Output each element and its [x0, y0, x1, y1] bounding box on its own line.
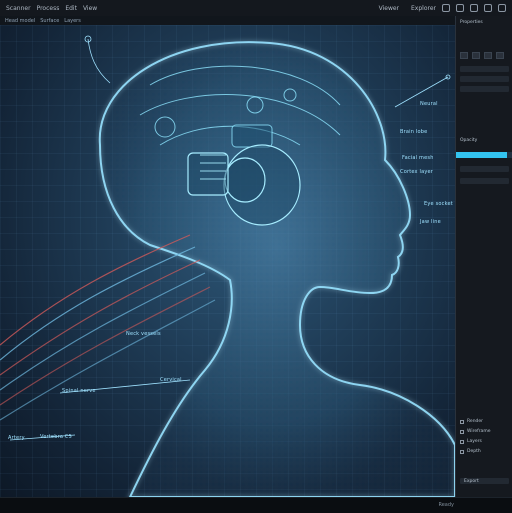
layers-checkbox[interactable] — [460, 440, 464, 444]
layers-icon[interactable] — [442, 4, 450, 12]
menu-bar: Scanner Process Edit View Viewer Explore… — [0, 0, 512, 17]
pin-icon[interactable] — [484, 4, 492, 12]
annotation-artery: Artery — [8, 435, 25, 441]
opacity-slider-fill — [456, 152, 508, 158]
menu-item-view[interactable]: View — [83, 5, 97, 12]
menu-item-viewer[interactable]: Viewer — [379, 5, 399, 12]
panel-tool-button-1[interactable] — [460, 52, 468, 59]
tab-head-model[interactable]: Head model — [5, 18, 35, 24]
panel-field-5[interactable] — [460, 178, 509, 184]
annotation-facial-mesh: Facial mesh — [402, 155, 434, 161]
app-window: Scanner Process Edit View Viewer Explore… — [0, 0, 512, 513]
neck-vessels — [0, 234, 216, 421]
menu-item-process[interactable]: Process — [37, 5, 60, 12]
annotation-cervical: Cervical — [160, 377, 182, 383]
opacity-slider[interactable] — [456, 152, 512, 158]
panel-field-2[interactable] — [460, 76, 509, 82]
depth-checkbox[interactable] — [460, 450, 464, 454]
close-icon[interactable] — [498, 4, 506, 12]
annotation-jaw: Jaw line — [420, 219, 441, 225]
gear-icon[interactable] — [470, 4, 478, 12]
panel-tool-button-4[interactable] — [496, 52, 504, 59]
annotation-vertebra: Vertebra C5 — [40, 434, 72, 440]
panel-field-1[interactable] — [460, 66, 509, 72]
wireframe-label: Wireframe — [467, 429, 491, 434]
3d-viewport[interactable]: Neural Brain lobe Facial mesh Cortex lay… — [0, 25, 455, 497]
annotation-cortex: Cortex layer — [400, 169, 434, 175]
annotation-spinal: Spinal nerve — [62, 388, 96, 394]
status-bar: Ready — [0, 497, 512, 513]
status-text: Ready — [438, 502, 454, 508]
annotation-neural: Neural — [420, 101, 438, 107]
menu-item-scanner[interactable]: Scanner — [6, 5, 31, 12]
panel-field-4[interactable] — [460, 166, 509, 172]
panel-tool-button-2[interactable] — [472, 52, 480, 59]
panel-tool-button-3[interactable] — [484, 52, 492, 59]
panel-field-3[interactable] — [460, 86, 509, 92]
properties-panel: Properties Opacity Render Wireframe Laye… — [455, 16, 512, 497]
panel-title: Properties — [460, 20, 483, 25]
export-label: Export — [464, 479, 479, 484]
depth-label: Depth — [467, 449, 481, 454]
menu-item-explorer[interactable]: Explorer — [411, 5, 436, 12]
wireframe-checkbox[interactable] — [460, 430, 464, 434]
annotation-neck-vessels: Neck vessels — [126, 331, 161, 337]
render-checkbox[interactable] — [460, 420, 464, 424]
head-wireframe-render — [0, 35, 455, 497]
annotation-eye-socket: Eye socket — [424, 201, 453, 207]
menu-right-group: Viewer Explorer — [373, 4, 512, 12]
menu-item-edit[interactable]: Edit — [65, 5, 77, 12]
tab-layers[interactable]: Layers — [64, 18, 81, 24]
opacity-label: Opacity — [460, 138, 478, 143]
render-label: Render — [467, 419, 484, 424]
annotation-brain-lobe: Brain lobe — [400, 129, 428, 135]
layers-label: Layers — [467, 439, 482, 444]
settings-icon[interactable] — [456, 4, 464, 12]
tab-surface[interactable]: Surface — [40, 18, 59, 24]
